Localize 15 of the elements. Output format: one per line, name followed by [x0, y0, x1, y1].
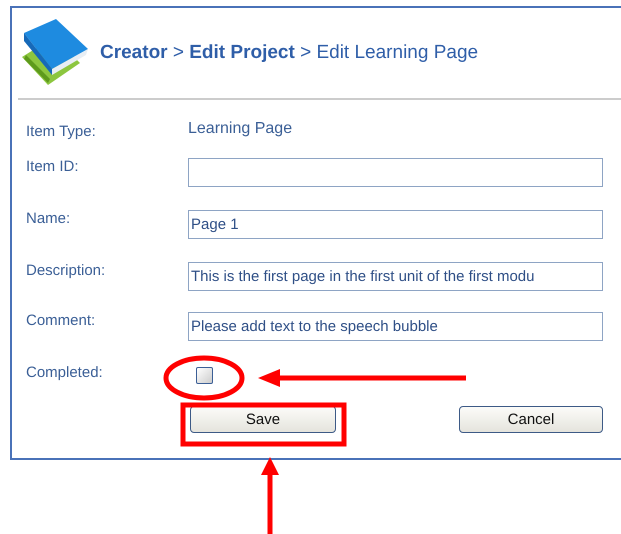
- field-label: Description:: [26, 262, 106, 279]
- item-type-value: Learning Page: [188, 120, 292, 138]
- field-label: Item ID:: [26, 158, 80, 175]
- cancel-button[interactable]: Cancel: [459, 406, 603, 433]
- breadcrumb: Creator > Edit Project > Edit Learning Page: [100, 42, 478, 64]
- field-label: Comment:: [26, 312, 96, 329]
- text-field[interactable]: This is the first page in the first unit of the first modu: [188, 262, 603, 291]
- text-field[interactable]: [188, 158, 603, 187]
- field-label: Name:: [26, 210, 72, 227]
- field-label: Item Type:: [26, 122, 97, 140]
- checkbox[interactable]: [196, 366, 213, 384]
- save-button[interactable]: Save: [190, 406, 336, 433]
- field-label: Completed:: [26, 364, 104, 381]
- text-field[interactable]: Please add text to the speech bubble: [188, 312, 603, 341]
- text-field[interactable]: Page 1: [188, 210, 603, 239]
